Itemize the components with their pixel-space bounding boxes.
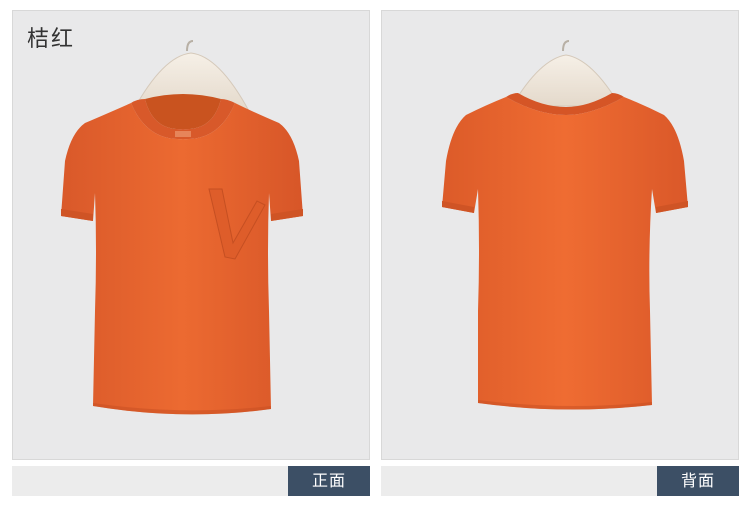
color-name-title: 桔红 bbox=[27, 27, 76, 52]
front-view-panel: 桔红 bbox=[12, 10, 370, 460]
front-caption-bar: 正面 bbox=[12, 466, 370, 496]
back-tshirt-image bbox=[442, 40, 688, 410]
back-view-panel bbox=[381, 10, 739, 460]
front-tshirt-image bbox=[61, 40, 303, 415]
back-view-label: 背面 bbox=[657, 466, 739, 496]
front-view-label: 正面 bbox=[288, 466, 370, 496]
back-caption-bar: 背面 bbox=[381, 466, 739, 496]
back-shirt-body bbox=[442, 97, 688, 410]
front-shirt-body bbox=[61, 103, 303, 415]
